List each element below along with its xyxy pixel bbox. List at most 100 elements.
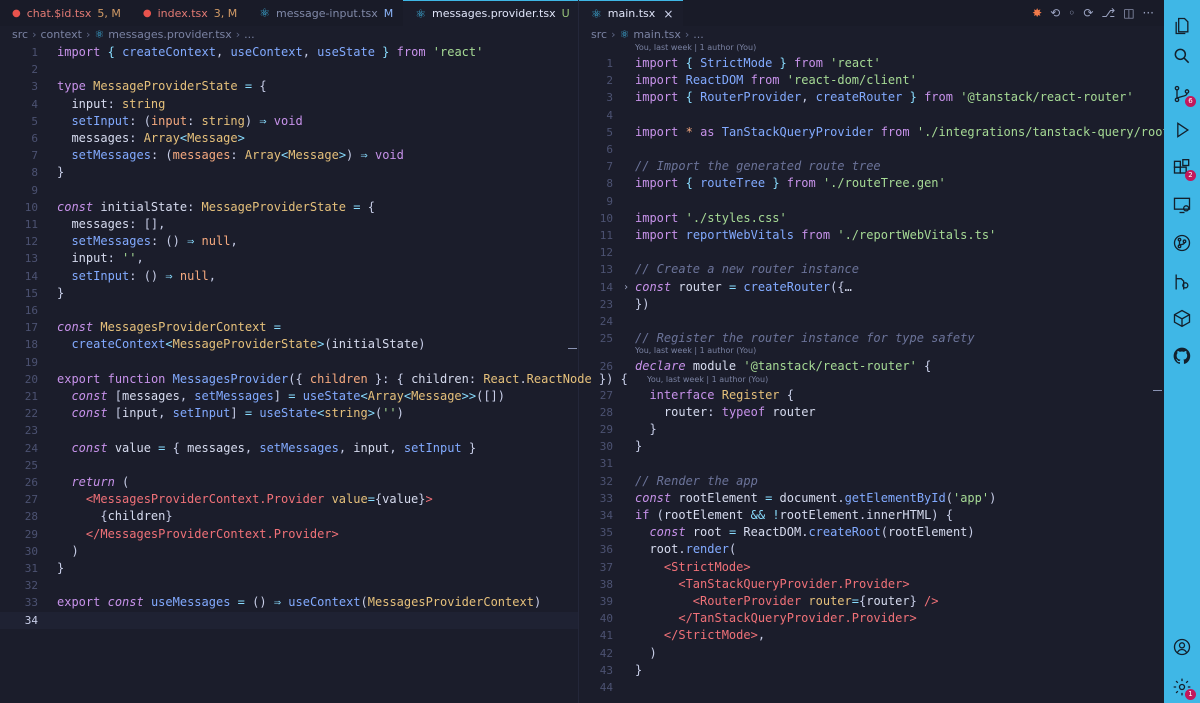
code-line[interactable]: 9 [579,193,1164,210]
code-line[interactable]: 30} [579,438,1164,455]
code-line[interactable]: 26 declare module '@tanstack/react-router… [579,358,1164,375]
tab-message-input[interactable]: ⚛ message-input.tsx M [247,0,403,26]
code-line[interactable]: 8} [0,164,578,181]
code-line[interactable]: 43} [579,662,1164,679]
code-line[interactable]: 6 [579,141,1164,158]
explorer-icon[interactable] [1170,14,1194,38]
git-blame-annotation[interactable]: You, last week | 1 author (You) [635,346,756,355]
code-line[interactable]: 5 setInput: (input: string) ⇒ void [0,113,578,130]
code-line[interactable]: 12 setMessages: () ⇒ null, [0,233,578,250]
breadcrumb-item[interactable]: ... [693,28,704,41]
breadcrumb-item[interactable]: messages.provider.tsx [108,28,232,41]
code-line[interactable]: 29 } [579,421,1164,438]
remote-explorer-icon[interactable] [1170,193,1194,217]
code-line[interactable]: 34 [0,611,578,629]
code-line[interactable]: 29 </MessagesProviderContext.Provider> [0,526,578,543]
code-line[interactable]: 12 [579,244,1164,261]
code-line[interactable]: 13 input: '', [0,250,578,267]
code-line[interactable]: 36 root.render( [579,541,1164,558]
git-lens-icon[interactable] [1170,270,1194,294]
code-line[interactable]: 28 router: typeof router [579,404,1164,421]
code-line[interactable]: 31} [0,560,578,577]
code-line[interactable]: 37 <StrictMode> [579,559,1164,576]
git-graph-icon[interactable] [1170,231,1194,255]
breadcrumb-item[interactable]: src [12,28,28,41]
close-icon[interactable]: × [663,7,673,21]
code-line[interactable]: 14 setInput: () ⇒ null, [0,268,578,285]
settings-gear-icon[interactable]: 1 [1170,675,1196,700]
split-editor-icon[interactable]: ◫ [1123,6,1134,20]
code-line[interactable]: 18 createContext<MessageProviderState>(i… [0,336,578,353]
code-line[interactable]: 33 const rootElement = document.getElemen… [579,490,1164,507]
code-line[interactable]: 24 const value = { messages, setMessages… [0,440,578,457]
code-line[interactable]: 23}) [579,296,1164,313]
tab-messages-provider[interactable]: ⚛ messages.provider.tsx U × [403,0,598,26]
code-line[interactable]: 20 export function MessagesProvider({ chi… [0,371,628,388]
go-back-icon[interactable]: ⟲ [1050,6,1060,20]
containers-icon[interactable] [1170,306,1194,330]
code-line[interactable]: 17 const MessagesProviderContext = [0,319,578,336]
git-blame-annotation[interactable]: You, last week | 1 author (You) [647,375,768,384]
code-line[interactable]: 6 messages: Array<Message> [0,130,578,147]
fold-chevron-icon[interactable]: › [623,279,629,296]
search-icon[interactable] [1170,44,1194,68]
tab-chat-id[interactable]: ● chat.$id.tsx 5, M [0,0,131,26]
code-line[interactable]: 14 › const router = createRouter({… [579,279,1164,296]
code-editor-messages-provider[interactable]: 1 import { createContext, useContext, use… [0,43,628,703]
tab-main[interactable]: ⚛ main.tsx × [579,0,684,26]
code-line[interactable]: 5 import * as TanStackQueryProvider from … [579,124,1164,141]
code-line[interactable]: 8 import { routeTree } from './routeTree.… [579,175,1164,192]
timeline-icon[interactable]: ◦ [1068,6,1075,20]
code-line[interactable]: 33 export const useMessages = () ⇒ useCon… [0,594,578,611]
code-line[interactable]: 30 ) [0,543,578,560]
tab-index[interactable]: ● index.tsx 3, M [131,0,247,26]
github-icon[interactable] [1170,344,1194,368]
code-line[interactable]: 23 [0,422,578,439]
code-line[interactable]: 41 </StrictMode>, [579,627,1164,644]
extensions-icon[interactable]: 2 [1170,156,1196,181]
source-control-icon[interactable]: 6 [1170,82,1196,107]
code-line[interactable]: 34 if (rootElement && !rootElement.innerH… [579,507,1164,524]
code-line[interactable]: 40 </TanStackQueryProvider.Provider> [579,610,1164,627]
code-editor-main[interactable]: You, last week | 1 author (You) 1 import {… [579,43,1164,703]
code-line[interactable]: 44 [579,679,1164,696]
git-blame-annotation[interactable]: You, last week | 1 author (You) [635,43,756,52]
code-line[interactable]: 10 import './styles.css' [579,210,1164,227]
code-line[interactable]: 26 return ( [0,474,578,491]
breadcrumb-item[interactable]: src [591,28,607,41]
ai-sparkle-icon[interactable]: ✸ [1032,6,1042,20]
code-line[interactable]: 1 import { StrictMode } from 'react' [579,55,1164,72]
code-line[interactable]: 7 // Import the generated route tree [579,158,1164,175]
breadcrumb-item[interactable]: context [40,28,81,41]
code-line[interactable]: 16 [0,302,578,319]
code-line[interactable]: 42 ) [579,645,1164,662]
compare-icon[interactable]: ⎇ [1101,6,1115,20]
code-line[interactable]: 4 [579,107,1164,124]
account-icon[interactable] [1170,635,1194,659]
code-line[interactable]: 35 const root = ReactDOM.createRoot(root… [579,524,1164,541]
code-line[interactable]: 24 [579,313,1164,330]
code-line[interactable]: 39 <RouterProvider router={router} /> [579,593,1164,610]
code-line[interactable]: 10 const initialState: MessageProviderSta… [0,199,578,216]
code-line[interactable]: 25 [0,457,578,474]
code-line[interactable]: 7 setMessages: (messages: Array<Message>… [0,147,578,164]
code-line[interactable]: 3 type MessageProviderState = { [0,78,578,95]
go-forward-icon[interactable]: ⟳ [1083,6,1093,20]
code-line[interactable]: 4 input: string [0,96,578,113]
code-line[interactable]: 2 import ReactDOM from 'react-dom/client' [579,72,1164,89]
code-line[interactable]: 19 [0,354,578,371]
run-debug-icon[interactable] [1170,118,1194,142]
code-line[interactable]: 13 // Create a new router instance [579,261,1164,278]
more-actions-icon[interactable]: ··· [1143,6,1154,20]
code-line[interactable]: 22 const [input, setInput] = useState<st… [0,405,578,422]
code-line[interactable]: 31 [579,455,1164,472]
code-line[interactable]: 1 import { createContext, useContext, use… [0,44,578,61]
code-line[interactable]: 27 interface Register { [579,387,1164,404]
code-line[interactable]: 3 import { RouterProvider, createRouter }… [579,89,1164,106]
code-line[interactable]: 38 <TanStackQueryProvider.Provider> [579,576,1164,593]
breadcrumb-item[interactable]: ... [244,28,255,41]
code-line[interactable]: 11 messages: [], [0,216,578,233]
code-line[interactable]: 25 // Register the router instance for ty… [579,330,1164,347]
code-line[interactable]: 21 const [messages, setMessages] = useSt… [0,388,578,405]
code-line[interactable]: 2 [0,61,578,78]
